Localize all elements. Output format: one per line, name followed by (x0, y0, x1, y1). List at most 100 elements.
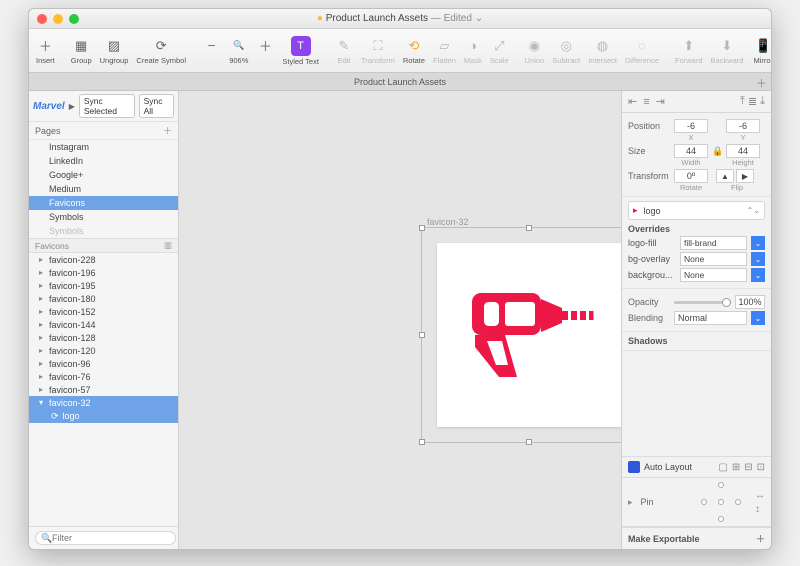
resize-handle[interactable] (526, 439, 532, 445)
make-exportable-row[interactable]: Make Exportable ＋ (622, 527, 771, 549)
disclosure-icon[interactable]: ▸ (37, 320, 45, 329)
ungroup-button[interactable]: ▨Ungroup (97, 31, 132, 71)
create-symbol-button[interactable]: ⟳Create Symbol (133, 31, 189, 71)
al-opt3-icon[interactable]: ⊟ (744, 462, 752, 473)
disclosure-icon[interactable]: ▸ (37, 333, 45, 342)
height-input[interactable]: 44 (726, 144, 760, 158)
canvas[interactable]: favicon-32 (179, 91, 621, 549)
add-page-button[interactable]: ＋ (163, 124, 172, 137)
disclosure-icon[interactable]: ▾ (37, 398, 45, 407)
override-select[interactable]: None (680, 252, 747, 266)
layer-row[interactable]: ▾favicon-32 (29, 396, 178, 409)
disclosure-icon[interactable]: ▸ (37, 307, 45, 316)
al-opt4-icon[interactable]: ⊡ (757, 462, 765, 473)
mirror-button[interactable]: 📱Mirror (750, 31, 772, 71)
align-bottom-icon[interactable]: ⤓ (760, 95, 765, 108)
sync-selected-button[interactable]: Sync Selected (79, 94, 135, 118)
disclosure-icon[interactable]: ▸ (37, 294, 45, 303)
pin-right[interactable] (735, 499, 741, 505)
layer-row[interactable]: ⟳ logo (29, 409, 178, 423)
layer-row[interactable]: ▸favicon-57 (29, 383, 178, 396)
zoom-out-button[interactable]: −Zoom (199, 31, 224, 71)
filter-input[interactable] (35, 531, 176, 545)
page-row[interactable]: Google+ (29, 168, 178, 182)
symbol-selector[interactable]: ▸ logo ⌃⌄ (628, 201, 765, 220)
align-vcenter-icon[interactable]: ≣ (748, 95, 757, 108)
pin-target[interactable] (701, 482, 741, 522)
disclosure-icon[interactable]: ▸ (37, 359, 45, 368)
flip-v-icon[interactable]: ▶ (736, 169, 754, 183)
width-input[interactable]: 44 (674, 144, 708, 158)
layer-row[interactable]: ▸favicon-196 (29, 266, 178, 279)
edit-button[interactable]: ✎Edit (332, 31, 356, 71)
chevron-down-icon[interactable]: ⌄ (751, 252, 765, 266)
pin-height-icon[interactable]: ↕ (755, 504, 765, 515)
union-button[interactable]: ◉Union (522, 31, 548, 71)
align-hcenter-icon[interactable]: ≡ (643, 96, 649, 108)
align-right-icon[interactable]: ⇥ (656, 95, 665, 108)
add-page-icon[interactable]: ＋ (756, 75, 767, 91)
page-row[interactable]: LinkedIn (29, 154, 178, 168)
resize-handle[interactable] (419, 439, 425, 445)
pin-top[interactable] (718, 482, 724, 488)
position-x-input[interactable]: -6 (674, 119, 708, 133)
override-select[interactable]: fill-brand (680, 236, 747, 250)
title-dropdown-icon[interactable]: ⌄ (475, 13, 483, 24)
play-icon[interactable]: ▶ (69, 102, 75, 111)
resize-handle[interactable] (526, 225, 532, 231)
scale-button[interactable]: ⤢Scale (487, 31, 512, 71)
disclosure-icon[interactable]: ▸ (37, 385, 45, 394)
page-row[interactable]: Symbols (29, 224, 178, 238)
chevron-down-icon[interactable]: ⌄ (751, 268, 765, 282)
page-row[interactable]: Favicons (29, 196, 178, 210)
opacity-slider[interactable] (674, 301, 731, 304)
intersect-button[interactable]: ◍Intersect (585, 31, 620, 71)
add-export-icon[interactable]: ＋ (756, 532, 765, 545)
transform-button[interactable]: ⛶Transform (358, 31, 398, 71)
layer-row[interactable]: ▸favicon-128 (29, 331, 178, 344)
blending-select[interactable]: Normal (674, 311, 747, 325)
align-left-icon[interactable]: ⇤ (628, 95, 637, 108)
layer-row[interactable]: ▸favicon-228 (29, 253, 178, 266)
group-button[interactable]: ▦Group (68, 31, 95, 71)
subtract-button[interactable]: ◎Subtract (549, 31, 583, 71)
disclosure-icon[interactable]: ▸ (37, 281, 45, 290)
layer-row[interactable]: ▸favicon-76 (29, 370, 178, 383)
slider-thumb[interactable] (722, 298, 731, 307)
zoom-in-button[interactable]: ＋ (253, 31, 277, 71)
pin-center[interactable] (718, 499, 724, 505)
chevron-down-icon[interactable]: ⌄ (751, 311, 765, 325)
override-select[interactable]: None (680, 268, 747, 282)
page-row[interactable]: Instagram (29, 140, 178, 154)
layer-row[interactable]: ▸favicon-180 (29, 292, 178, 305)
layer-row[interactable]: ▸favicon-195 (29, 279, 178, 292)
mask-button[interactable]: ◑Mask (461, 31, 485, 71)
artboard-label[interactable]: favicon-32 (427, 217, 469, 227)
lock-aspect-icon[interactable]: 🔒 (712, 146, 722, 157)
disclosure-icon[interactable]: ▸ (37, 346, 45, 355)
disclosure-icon[interactable]: ▸ (37, 372, 45, 381)
sync-all-button[interactable]: Sync All (139, 94, 174, 118)
resize-handle[interactable] (419, 332, 425, 338)
forward-button[interactable]: ⬆Forward (672, 31, 706, 71)
pagebar-title[interactable]: Product Launch Assets (354, 77, 446, 87)
rotate-button[interactable]: ⟲Rotate (400, 31, 428, 71)
difference-button[interactable]: ◌Difference (622, 31, 662, 71)
zoom-value[interactable]: 🔍906% (226, 31, 251, 71)
position-y-input[interactable]: -6 (726, 119, 760, 133)
align-top-icon[interactable]: ⤒ (740, 95, 745, 108)
al-opt2-icon[interactable]: ⊞ (732, 462, 740, 473)
layer-row[interactable]: ▸favicon-152 (29, 305, 178, 318)
artboard[interactable] (437, 243, 621, 427)
layer-row[interactable]: ▸favicon-144 (29, 318, 178, 331)
pin-width-icon[interactable]: ↔ (755, 490, 765, 501)
layer-row[interactable]: ▸favicon-120 (29, 344, 178, 357)
disclosure-icon[interactable]: ▸ (37, 255, 45, 264)
chevron-down-icon[interactable]: ⌄ (751, 236, 765, 250)
opacity-value[interactable]: 100% (735, 295, 765, 309)
insert-button[interactable]: ＋Insert (33, 31, 58, 71)
pin-expand-icon[interactable]: ▸ (628, 497, 633, 508)
artboard-menu-icon[interactable]: ▥ (164, 240, 172, 251)
page-row[interactable]: Medium (29, 182, 178, 196)
al-opt1-icon[interactable]: ▢ (718, 462, 727, 473)
